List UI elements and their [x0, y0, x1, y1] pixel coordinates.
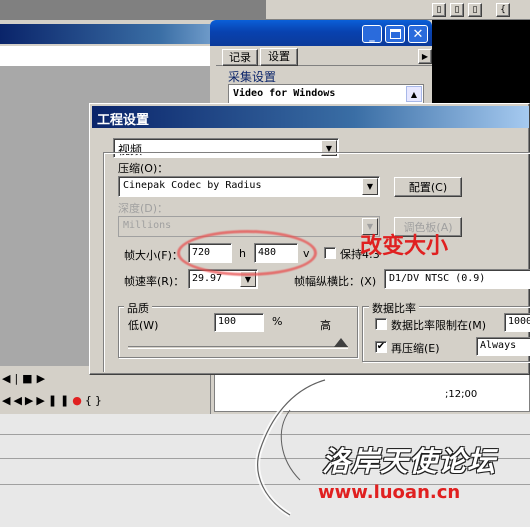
recompress-value: Always [480, 340, 517, 351]
top-right-toolbar: ▯ ▯ ▯ { [266, 0, 530, 20]
transport-controls-row2: ◀◀▶▶❚❚●{} [0, 394, 110, 412]
configure-button[interactable]: 配置(C) [394, 177, 462, 197]
depth-value: Millions [123, 220, 172, 231]
window-icon[interactable]: ▯ [450, 3, 464, 17]
step-back-icon[interactable]: ◀| [2, 372, 22, 385]
compressor-select[interactable]: Cinepak Codec by Radius ▼ [118, 176, 380, 197]
play-icon[interactable]: ▶ [37, 372, 49, 385]
project-settings-dialog: 工程设置 视频 ▼ 压缩(O)： Cinepak Codec by Radius… [89, 103, 530, 375]
stop-icon[interactable]: ■ [22, 372, 36, 385]
capture-format-box: Video for Windows ▲ [228, 84, 424, 104]
compressor-label: 压缩(O)： [118, 162, 169, 175]
limit-data-rate-label: 数据比率限制在(M) [391, 319, 487, 332]
depth-label: 深度(D)： [118, 202, 169, 215]
chevron-down-icon[interactable]: ▼ [362, 178, 378, 195]
watermark-url: www.luoan.cn [318, 482, 461, 503]
xp-close-button[interactable]: ✕ [408, 25, 428, 43]
frame-size-label: 帧大小(F)： [124, 249, 183, 262]
window-icon[interactable]: ▯ [432, 3, 446, 17]
quality-percent-label: % [272, 315, 283, 328]
mark-out-icon[interactable]: } [95, 394, 105, 407]
quality-high-label: 高 [320, 319, 331, 332]
tab-record[interactable]: 记录 [222, 49, 258, 66]
tab-settings[interactable]: 设置 [260, 48, 298, 66]
dialog-title: 工程设置 [97, 113, 150, 128]
quality-slider-track[interactable] [128, 346, 348, 349]
recompress-checkbox[interactable]: ✔ [375, 341, 387, 353]
keep-aspect-checkbox[interactable] [324, 247, 336, 259]
recompress-label: 再压缩(E) [391, 342, 440, 355]
recompress-select[interactable]: Always [476, 337, 530, 356]
transport-controls-row1: ◀|■▶ [0, 372, 90, 390]
bracket-icon[interactable]: { [496, 3, 510, 17]
window-icon[interactable]: ▯ [468, 3, 482, 17]
quality-group-title: 品质 [124, 300, 152, 316]
xp-maximize-button[interactable] [385, 25, 405, 43]
record-icon[interactable]: ● [72, 394, 85, 407]
preview-black-area [432, 20, 530, 110]
quality-input[interactable]: 100 [214, 313, 264, 332]
xp-minimize-button[interactable]: _ [362, 25, 382, 43]
annotation-circle [177, 230, 317, 276]
forward-icon[interactable]: ▶▶ [25, 394, 48, 407]
annotation-text: 改变大小 [360, 234, 449, 259]
limit-data-rate-input[interactable]: 1000 [504, 313, 530, 332]
monitor-window [0, 0, 266, 20]
compressor-value: Cinepak Codec by Radius [123, 180, 262, 191]
capture-settings-heading: 采集设置 [228, 70, 277, 84]
panel-menu-arrow-icon[interactable]: ▶ [418, 49, 432, 64]
quality-low-label: 低(W) [128, 319, 159, 332]
pause-icon[interactable]: ❚❚ [48, 394, 72, 407]
watermark-forum-name: 洛岸天使论坛 [322, 445, 497, 478]
capture-panel-window: _ ✕ 记录 设置 ▶ 采集设置 Video for Windows ▲ [210, 20, 432, 110]
limit-data-rate-value: 1000 [508, 316, 530, 327]
capture-format-value: Video for Windows [233, 88, 336, 99]
mark-in-icon[interactable]: { [85, 394, 95, 407]
capture-tab-bar: 记录 设置 ▶ [216, 48, 432, 66]
quality-slider-thumb[interactable] [334, 338, 348, 347]
frame-rate-value: 29.97 [192, 273, 223, 284]
limit-data-rate-checkbox[interactable] [375, 318, 387, 330]
pixel-aspect-select[interactable]: D1/DV NTSC (0.9) [384, 269, 530, 289]
frame-rate-label: 帧速率(R)： [124, 275, 185, 288]
quality-value: 100 [218, 316, 237, 327]
timeline-timecode: ;12;00 [445, 389, 478, 400]
dialog-title-bar: 工程设置 [92, 106, 529, 128]
pixel-aspect-label: 帧幅纵横比：(X) [294, 275, 377, 288]
pixel-aspect-value: D1/DV NTSC (0.9) [389, 273, 486, 284]
capture-format-scroll-icon[interactable]: ▲ [406, 86, 422, 102]
rewind-icon[interactable]: ◀◀ [2, 394, 25, 407]
data-rate-group-title: 数据比率 [369, 300, 419, 316]
